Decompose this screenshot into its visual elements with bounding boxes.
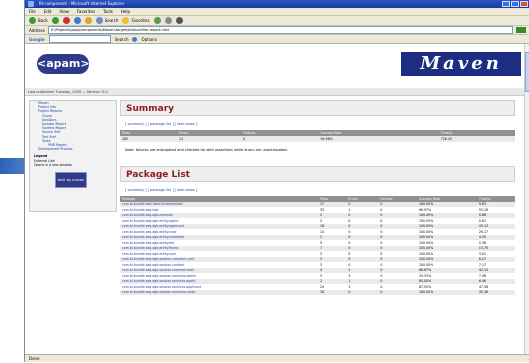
go-button[interactable]: [516, 27, 526, 33]
window-title: BI-component - Microsoft Internet Explor…: [39, 1, 125, 6]
table-row: com.bi.bundle.seq.agb.session.services.c…: [120, 289, 515, 295]
window-titlebar: BI-component - Microsoft Internet Explor…: [25, 0, 529, 8]
menu-view[interactable]: View: [59, 8, 69, 15]
menu-favorites[interactable]: Favorites: [77, 8, 95, 15]
search-button[interactable]: Search: [95, 17, 119, 24]
published-bar: Last published: Tuesday, 2009 — Version:…: [25, 88, 525, 96]
history-icon[interactable]: [153, 17, 161, 24]
package-table: Package Tests Errors Failures Success Rate Ti…: [120, 195, 515, 295]
table-cell: 0: [378, 289, 417, 295]
back-label: Back: [38, 18, 48, 23]
forward-arrow-icon[interactable]: [51, 17, 59, 24]
refresh-icon[interactable]: [73, 17, 81, 24]
close-button[interactable]: [520, 1, 528, 7]
summary-table: Tests Errors Failures Success Rate Time(s) 2…: [120, 130, 515, 142]
table-cell: 726.43: [438, 136, 515, 142]
menu-help[interactable]: Help: [121, 8, 130, 15]
table-cell: 94.96%: [318, 136, 439, 142]
status-bar: Done: [25, 354, 529, 362]
back-arrow-icon: [29, 17, 36, 24]
table-cell: 11: [177, 136, 242, 142]
nav-list: Maven Project Info Project Reports Clover Ja…: [30, 101, 116, 151]
search-icon: [95, 17, 103, 24]
menu-tools[interactable]: Tools: [103, 8, 113, 15]
google-search-input[interactable]: [48, 35, 111, 43]
site-banner: <apam> Maven: [25, 44, 525, 89]
scrollbar-thumb[interactable]: [525, 52, 529, 92]
window-controls: [502, 1, 528, 7]
legend-title: Legend: [34, 154, 48, 159]
table-cell: 100.00%: [416, 289, 477, 295]
favorites-button[interactable]: Favorites: [122, 17, 150, 24]
package-table-body: com.bi.bundle.test.itest.fundamentals 17 0…: [120, 201, 515, 295]
google-search-button[interactable]: Search: [115, 37, 129, 42]
package-list-links[interactable]: [ summary ] [ package list ] [ test case…: [125, 188, 515, 192]
table-cell: 16: [317, 289, 347, 295]
legend-new-window: Opens in a new window: [34, 162, 72, 167]
maven-logo[interactable]: Maven: [401, 52, 521, 76]
minimize-button[interactable]: [502, 1, 510, 7]
summary-heading: Summary: [120, 100, 515, 116]
star-icon: [122, 17, 130, 24]
mail-icon[interactable]: [164, 17, 172, 24]
search-label: Search: [104, 18, 119, 23]
google-settings-icon[interactable]: [132, 36, 138, 42]
standard-toolbar: Back Search Favorites: [25, 16, 529, 26]
menu-bar: File Edit View Favorites Tools Help: [25, 8, 529, 16]
built-by-maven-badge[interactable]: built by maven: [55, 172, 87, 188]
browser-window: BI-component - Microsoft Internet Explor…: [24, 0, 529, 362]
google-toolbar: Google Search Options: [25, 35, 529, 44]
package-link[interactable]: com.bi.bundle.seq.agb.session.services.c…: [120, 289, 318, 295]
table-cell: 283: [120, 136, 178, 142]
menu-file[interactable]: File: [29, 8, 36, 15]
favorites-label: Favorites: [131, 18, 150, 23]
menu-edit[interactable]: Edit: [44, 8, 52, 15]
left-navigation: Maven Project Info Project Reports Clover Ja…: [29, 100, 117, 212]
apam-logo[interactable]: <apam>: [37, 54, 90, 74]
summary-row: 283 11 0 94.96% 726.43: [120, 136, 515, 142]
address-label: Address: [29, 27, 45, 33]
maximize-button[interactable]: [511, 1, 519, 7]
home-icon[interactable]: [84, 17, 92, 24]
address-bar: Address E:\Projects\ipojo\components\Mav…: [25, 26, 529, 35]
package-list-heading: Package List: [120, 165, 515, 182]
address-input[interactable]: E:\Projects\ipojo\components\Maven\targe…: [47, 26, 513, 34]
table-cell: 0: [241, 136, 319, 142]
table-cell: 35.36: [476, 289, 515, 295]
table-cell: 0: [346, 289, 379, 295]
ie-icon: [28, 1, 34, 7]
report-main: Summary [ summary ] [ package list ] [ t…: [120, 100, 515, 295]
google-logo: Google: [29, 36, 45, 42]
page-content: <apam> Maven Last published: Tuesday, 20…: [25, 44, 525, 354]
vertical-scrollbar[interactable]: [524, 44, 529, 354]
stop-icon[interactable]: [62, 17, 70, 24]
summary-links[interactable]: [ summary ] [ package list ] [ test case…: [125, 122, 515, 126]
print-icon[interactable]: [175, 17, 183, 24]
google-options-button[interactable]: Options: [141, 37, 156, 42]
back-button[interactable]: Back: [29, 17, 48, 24]
